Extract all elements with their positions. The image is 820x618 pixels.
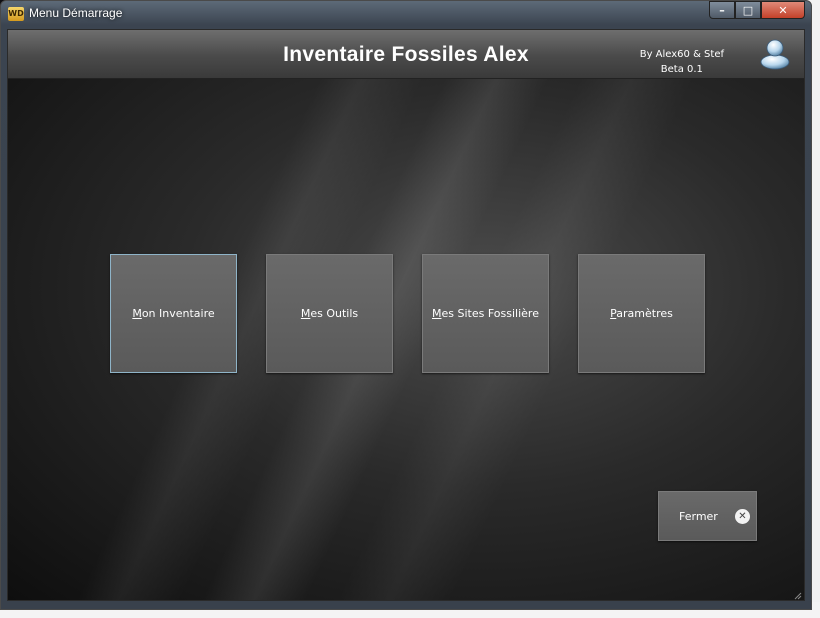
tile-label: Mon Inventaire [132,307,215,320]
app-window: WD Menu Démarrage – □ ✕ Inventaire Fossi… [0,0,812,610]
window-title: Menu Démarrage [29,6,123,20]
mes-sites-fossiliere-button[interactable]: Mes Sites Fossilière [422,254,549,373]
client-area: Inventaire Fossiles Alex By Alex60 & Ste… [7,29,805,601]
version-label: Beta 0.1 [660,64,703,75]
app-header: Inventaire Fossiles Alex By Alex60 & Ste… [8,30,804,79]
caption-buttons: – □ ✕ [709,1,805,19]
close-circle-icon: ✕ [735,509,750,524]
mes-outils-button[interactable]: Mes Outils [266,254,393,373]
close-window-button[interactable]: ✕ [761,1,805,19]
fermer-button[interactable]: Fermer ✕ [658,491,757,541]
fermer-label: Fermer [679,510,718,523]
window-titlebar[interactable]: WD Menu Démarrage – □ ✕ [1,1,811,27]
maximize-button[interactable]: □ [735,1,761,19]
mon-inventaire-button[interactable]: Mon Inventaire [110,254,237,373]
user-icon[interactable] [758,36,792,70]
main-stage: Mon Inventaire Mes Outils Mes Sites Foss… [8,79,804,600]
tile-label: Paramètres [610,307,673,320]
credits: By Alex60 & Stef Beta 0.1 [640,47,724,77]
parametres-button[interactable]: Paramètres [578,254,705,373]
tile-label: Mes Outils [300,307,359,320]
byline-authors: By Alex60 & Stef [639,49,724,60]
windev-app-icon: WD [8,7,24,21]
resize-grip-icon[interactable] [792,590,802,600]
minimize-button[interactable]: – [709,1,735,19]
tile-label: Mes Sites Fossilière [432,307,539,320]
